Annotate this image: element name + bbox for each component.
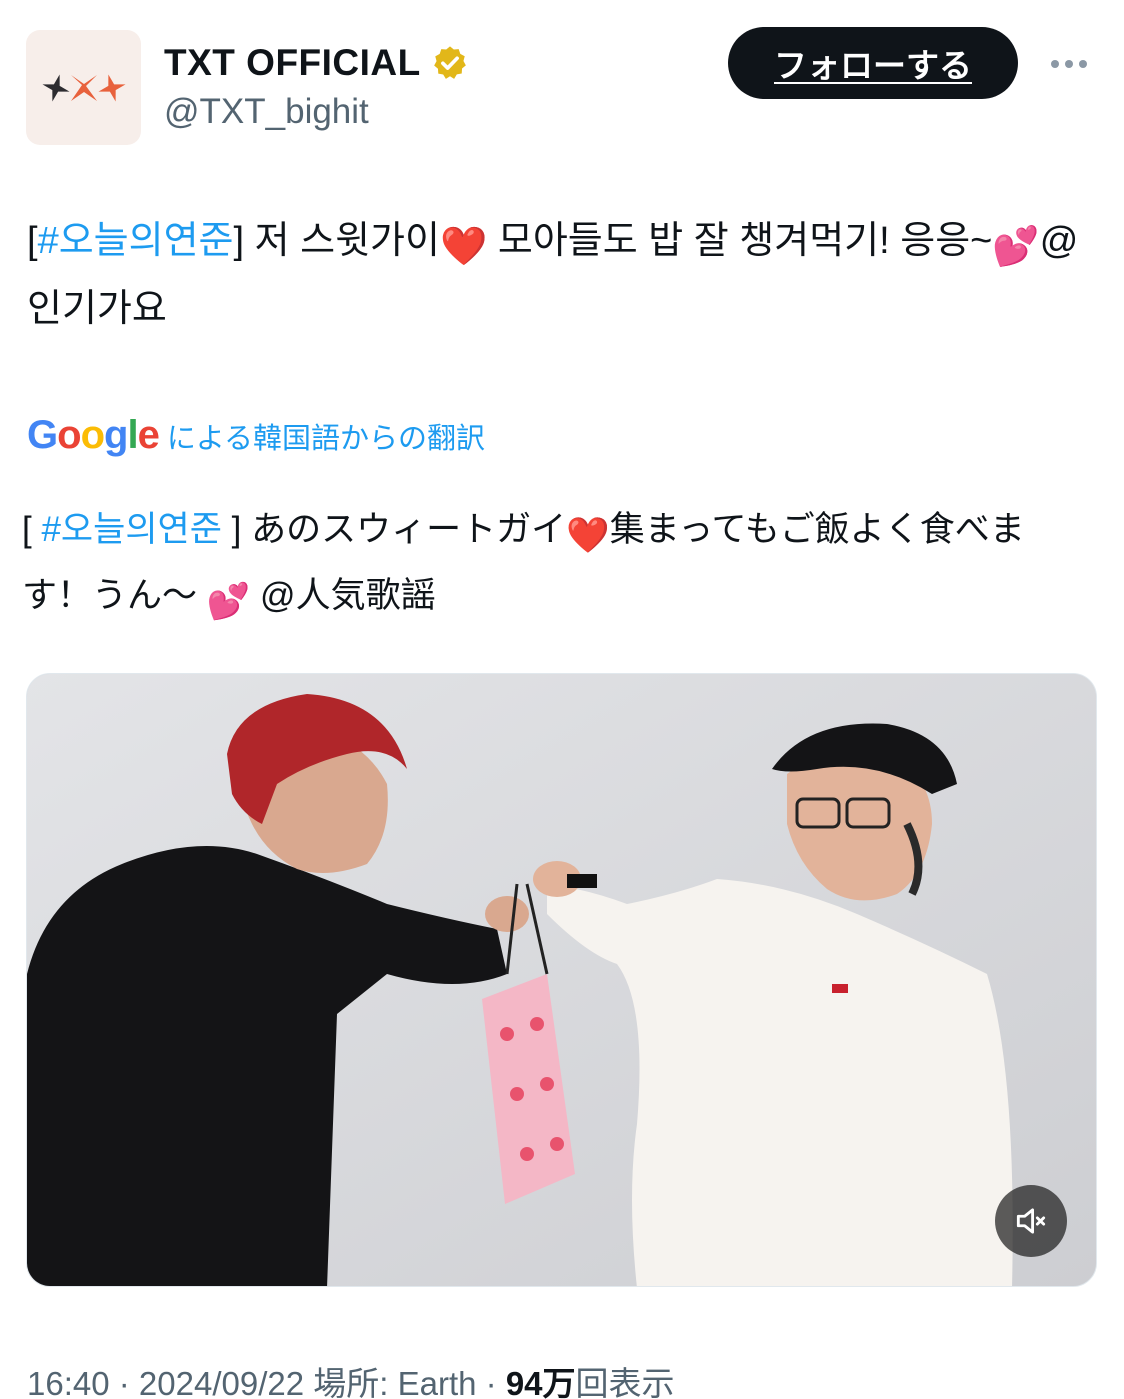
tweet-date[interactable]: 2024/09/22 — [139, 1365, 304, 1399]
dot — [1051, 60, 1059, 68]
display-name[interactable]: TXT OFFICIAL — [164, 42, 421, 84]
follow-button[interactable]: フォローする — [728, 27, 1018, 99]
dot — [1079, 60, 1087, 68]
bracket-open: [ — [22, 510, 42, 549]
heart-emoji: ❤️ — [566, 516, 610, 555]
dot — [1065, 60, 1073, 68]
video-player[interactable] — [26, 673, 1097, 1287]
heart-emoji: ❤️ — [439, 226, 488, 268]
tweet-text-part2: 모아들도 밥 잘 챙겨먹기! 응응~ — [487, 220, 993, 262]
bracket-close: ] — [233, 220, 245, 262]
views-count: 94万 — [505, 1365, 576, 1399]
sparkle-heart-emoji: 💕 — [992, 226, 1040, 268]
tweet-meta: 16:40 · 2024/09/22 場所: Earth · 94万回表示 — [27, 1357, 675, 1399]
tweet-header: TXT OFFICIAL @TXT_bighit フォローする — [26, 27, 1098, 150]
separator: · — [109, 1365, 139, 1399]
tweet-location: 場所: Earth — [304, 1365, 477, 1399]
translation-label[interactable]: による韓国語からの翻訳 — [167, 415, 485, 457]
hashtag-link[interactable]: #오늘의연준 — [38, 220, 234, 262]
sparkle-heart-emoji: 💕 — [206, 582, 251, 621]
verified-badge-icon[interactable] — [431, 44, 469, 82]
hashtag-link[interactable]: #오늘의연준 — [41, 510, 221, 549]
video-frame — [27, 674, 1096, 1286]
avatar[interactable] — [26, 30, 141, 145]
bracket-close: ] — [221, 510, 242, 549]
google-logo: Google — [27, 413, 160, 457]
volume-muted-icon — [1016, 1208, 1046, 1234]
account-handle[interactable]: @TXT_bighit — [164, 92, 369, 132]
translated-body: [ #오늘의연준 ] あのスウィートガイ❤️集まってもご飯よく食べます！うん〜 … — [22, 500, 1082, 632]
tweet-time[interactable]: 16:40 — [27, 1365, 110, 1399]
tweet-body: [#오늘의연준] 저 스윗가이❤️ 모아들도 밥 잘 챙겨먹기! 응응~💕@ 인… — [27, 210, 1087, 340]
translation-attribution: Google による韓国語からの翻訳 — [27, 413, 485, 458]
more-dots-icon[interactable] — [1044, 44, 1094, 84]
name-row: TXT OFFICIAL — [164, 42, 469, 84]
bracket-open: [ — [27, 220, 38, 262]
views-label: 回表示 — [575, 1365, 675, 1399]
translated-text-part1: あのスウィートガイ — [241, 510, 567, 549]
txt-logo-icon — [41, 73, 126, 102]
separator: · — [476, 1365, 506, 1399]
tweet-text-part1: 저 스윗가이 — [244, 220, 440, 262]
translated-text-part3: @人気歌謡 — [250, 576, 436, 615]
mute-button[interactable] — [995, 1185, 1067, 1257]
